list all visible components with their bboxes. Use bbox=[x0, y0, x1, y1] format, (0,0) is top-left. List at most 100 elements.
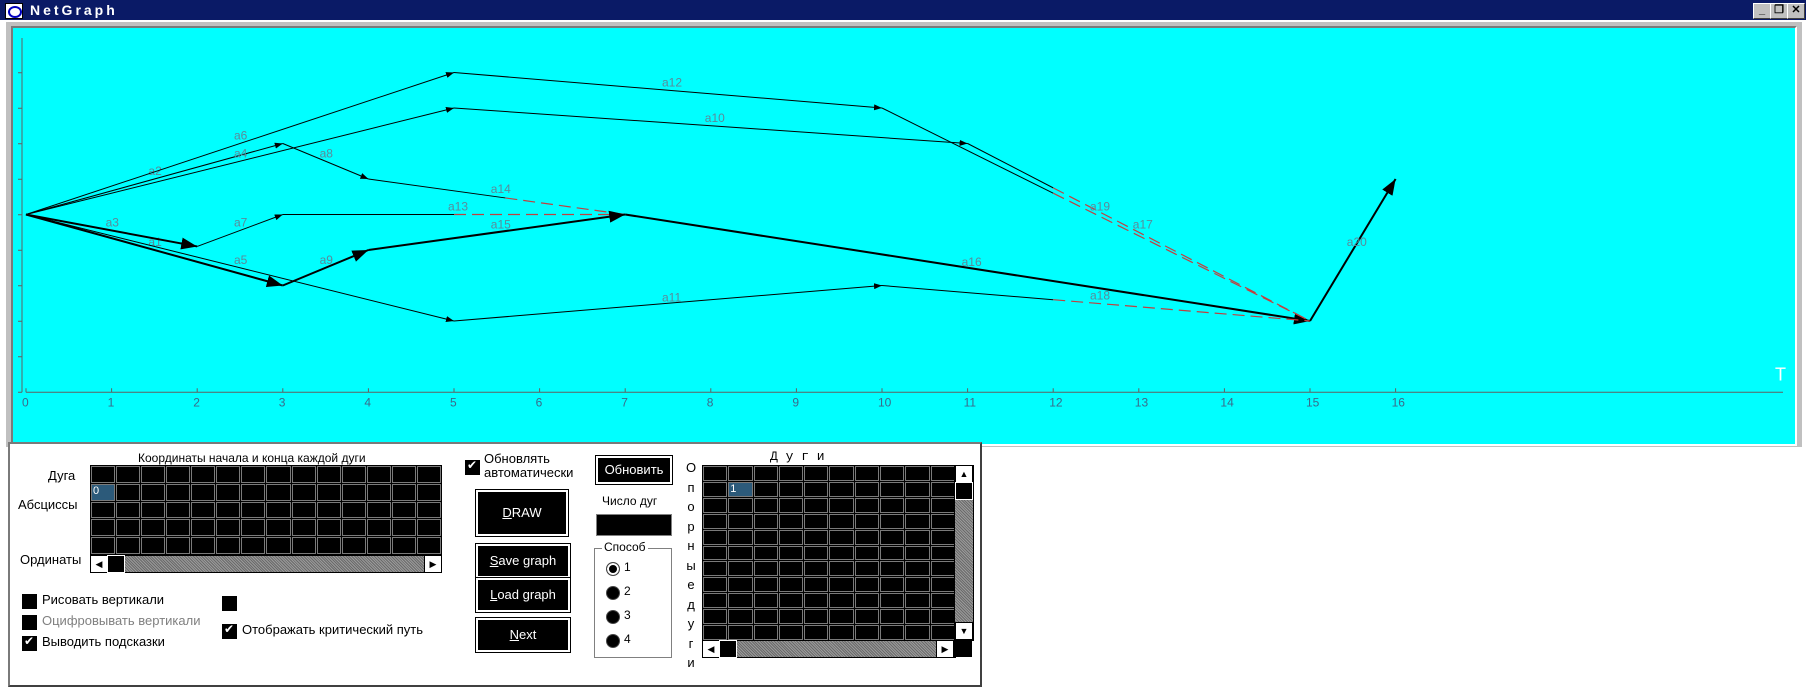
grid-cell[interactable] bbox=[216, 537, 241, 554]
grid-cell[interactable] bbox=[804, 513, 829, 529]
grid-cell[interactable] bbox=[266, 466, 291, 483]
grid-cell[interactable] bbox=[778, 561, 804, 577]
grid-cell[interactable] bbox=[216, 466, 241, 483]
grid-cell[interactable] bbox=[804, 609, 829, 625]
grid-cell[interactable] bbox=[854, 561, 880, 577]
grid-cell[interactable] bbox=[829, 545, 854, 561]
grid-cell[interactable] bbox=[854, 593, 880, 609]
grid-cell[interactable] bbox=[930, 545, 955, 561]
grid-cell[interactable] bbox=[728, 593, 753, 609]
grid-cell[interactable] bbox=[91, 501, 116, 519]
grid-cell[interactable] bbox=[829, 481, 854, 497]
grid-cell[interactable] bbox=[366, 466, 391, 483]
grid-cell[interactable]: 0 bbox=[91, 483, 116, 501]
grid-cell[interactable] bbox=[166, 466, 191, 483]
grid-cell[interactable] bbox=[216, 501, 241, 519]
grid-cell[interactable] bbox=[316, 537, 341, 554]
grid-cell[interactable] bbox=[804, 625, 829, 640]
grid-cell[interactable] bbox=[116, 483, 141, 501]
grid-cell[interactable] bbox=[854, 529, 880, 545]
scroll-down-icon[interactable]: ▼ bbox=[955, 622, 973, 640]
grid-cell[interactable] bbox=[829, 561, 854, 577]
digitize-verticals-checkbox[interactable] bbox=[22, 615, 37, 630]
grid-cell[interactable] bbox=[905, 481, 930, 497]
grid-cell[interactable] bbox=[778, 466, 804, 481]
grid-cell[interactable] bbox=[728, 545, 753, 561]
grid-cell[interactable] bbox=[703, 577, 728, 593]
grid-cell[interactable] bbox=[778, 513, 804, 529]
minimize-icon[interactable]: _ bbox=[1753, 3, 1771, 19]
grid-cell[interactable] bbox=[880, 577, 905, 593]
grid-cell[interactable] bbox=[905, 545, 930, 561]
grid-cell[interactable] bbox=[930, 625, 955, 640]
coords-grid[interactable]: 0 bbox=[90, 465, 442, 555]
grid-cell[interactable] bbox=[905, 466, 930, 481]
grid-cell[interactable] bbox=[829, 466, 854, 481]
grid-cell[interactable] bbox=[753, 529, 778, 545]
grid-cell[interactable] bbox=[216, 483, 241, 501]
grid-cell[interactable] bbox=[854, 466, 880, 481]
extra-checkbox[interactable] bbox=[222, 596, 237, 611]
save-graph-button[interactable]: Save graph bbox=[475, 543, 571, 579]
grid-cell[interactable] bbox=[930, 609, 955, 625]
grid-cell[interactable] bbox=[703, 481, 728, 497]
grid-cell[interactable] bbox=[728, 561, 753, 577]
grid-cell[interactable] bbox=[91, 519, 116, 537]
grid-cell[interactable] bbox=[116, 519, 141, 537]
grid-cell[interactable] bbox=[141, 466, 166, 483]
grid-cell[interactable] bbox=[778, 593, 804, 609]
grid-cell[interactable] bbox=[930, 561, 955, 577]
grid-cell[interactable] bbox=[905, 497, 930, 513]
scroll-up-icon[interactable]: ▲ bbox=[955, 465, 973, 483]
show-critical-path-checkbox[interactable] bbox=[222, 622, 237, 639]
grid-cell[interactable] bbox=[728, 497, 753, 513]
grid-cell[interactable] bbox=[930, 481, 955, 497]
grid-cell[interactable] bbox=[141, 501, 166, 519]
grid-cell[interactable] bbox=[778, 625, 804, 640]
grid-cell[interactable] bbox=[778, 545, 804, 561]
grid-cell[interactable] bbox=[880, 625, 905, 640]
grid-cell[interactable] bbox=[291, 519, 316, 537]
grid-cell[interactable] bbox=[753, 497, 778, 513]
grid-cell[interactable] bbox=[316, 466, 341, 483]
grid-cell[interactable] bbox=[241, 537, 266, 554]
grid-cell[interactable] bbox=[703, 593, 728, 609]
grid-cell[interactable] bbox=[804, 561, 829, 577]
grid-cell[interactable] bbox=[728, 529, 753, 545]
grid-cell[interactable] bbox=[880, 481, 905, 497]
next-button[interactable]: Next bbox=[475, 617, 571, 653]
grid-cell[interactable] bbox=[391, 519, 416, 537]
grid-cell[interactable] bbox=[241, 519, 266, 537]
grid-cell[interactable] bbox=[854, 481, 880, 497]
grid-cell[interactable] bbox=[880, 561, 905, 577]
grid-cell[interactable] bbox=[703, 513, 728, 529]
grid-cell[interactable] bbox=[416, 519, 441, 537]
grid-cell[interactable] bbox=[778, 609, 804, 625]
grid-cell[interactable] bbox=[880, 593, 905, 609]
grid-cell[interactable] bbox=[753, 625, 778, 640]
grid-cell[interactable] bbox=[829, 497, 854, 513]
grid-cell[interactable] bbox=[266, 501, 291, 519]
grid-cell[interactable] bbox=[703, 529, 728, 545]
draw-button[interactable]: DRAW bbox=[475, 489, 569, 537]
grid-cell[interactable] bbox=[905, 561, 930, 577]
grid-cell[interactable] bbox=[854, 513, 880, 529]
grid-cell[interactable] bbox=[166, 483, 191, 501]
load-graph-button[interactable]: Load graph bbox=[475, 577, 571, 613]
restore-icon[interactable]: ❐ bbox=[1770, 3, 1788, 19]
arcs-scroll-left-icon[interactable]: ◀ bbox=[702, 640, 720, 658]
grid-cell[interactable] bbox=[291, 537, 316, 554]
grid-cell[interactable] bbox=[366, 483, 391, 501]
coords-grid-hscroll[interactable] bbox=[90, 555, 442, 573]
grid-cell[interactable] bbox=[266, 483, 291, 501]
app-icon[interactable] bbox=[5, 3, 23, 19]
auto-update-checkbox[interactable] bbox=[465, 458, 480, 475]
grid-cell[interactable] bbox=[804, 545, 829, 561]
grid-cell[interactable] bbox=[854, 609, 880, 625]
scroll-right-icon[interactable]: ▶ bbox=[424, 555, 442, 573]
arcs-grid-hscroll[interactable] bbox=[702, 640, 956, 658]
grid-cell[interactable] bbox=[829, 577, 854, 593]
method-radio-2[interactable] bbox=[606, 586, 620, 600]
grid-cell[interactable] bbox=[880, 609, 905, 625]
grid-cell[interactable] bbox=[703, 561, 728, 577]
